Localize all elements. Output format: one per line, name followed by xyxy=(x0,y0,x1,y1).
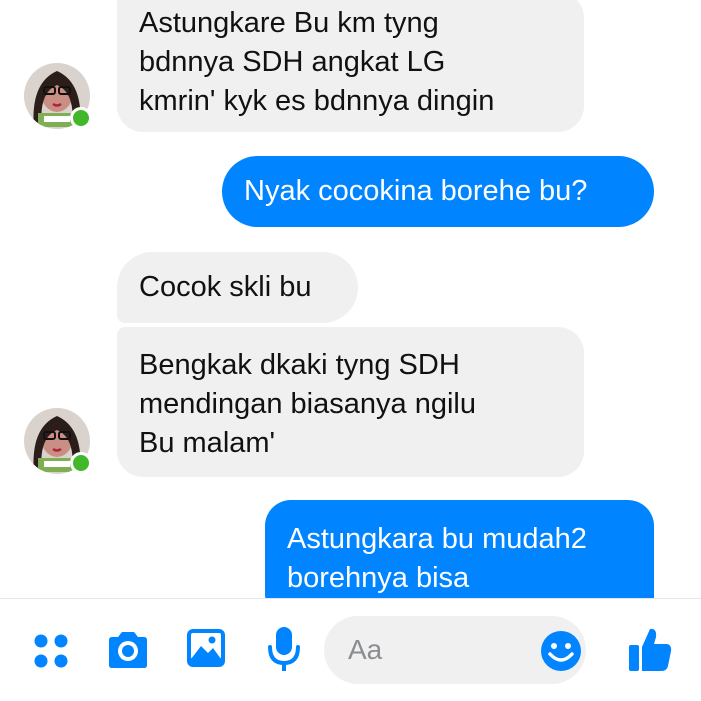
avatar[interactable] xyxy=(24,408,92,474)
message-input-placeholder: Aa xyxy=(348,634,383,665)
message-outgoing[interactable]: Nyak cocokina borehe bu? xyxy=(222,156,654,227)
emoji-icon[interactable] xyxy=(539,629,583,673)
image-icon[interactable] xyxy=(185,627,227,669)
message-outgoing[interactable]: Astungkara bu mudah2 borehnya bisa xyxy=(265,500,654,598)
microphone-icon[interactable] xyxy=(266,625,302,673)
apps-icon[interactable] xyxy=(32,632,70,670)
message-composer: Aa xyxy=(0,598,701,701)
online-status-dot xyxy=(70,107,92,129)
thumbs-up-icon[interactable] xyxy=(627,625,673,673)
avatar[interactable] xyxy=(24,63,92,129)
message-incoming[interactable]: Cocok skli bu xyxy=(117,252,358,323)
conversation: Astungkare Bu km tyng bdnnya SDH angkat … xyxy=(0,0,701,598)
message-incoming[interactable]: Astungkare Bu km tyng bdnnya SDH angkat … xyxy=(117,0,584,132)
camera-icon[interactable] xyxy=(105,630,151,670)
online-status-dot xyxy=(70,452,92,474)
message-incoming[interactable]: Bengkak dkaki tyng SDH mendingan biasany… xyxy=(117,327,584,477)
